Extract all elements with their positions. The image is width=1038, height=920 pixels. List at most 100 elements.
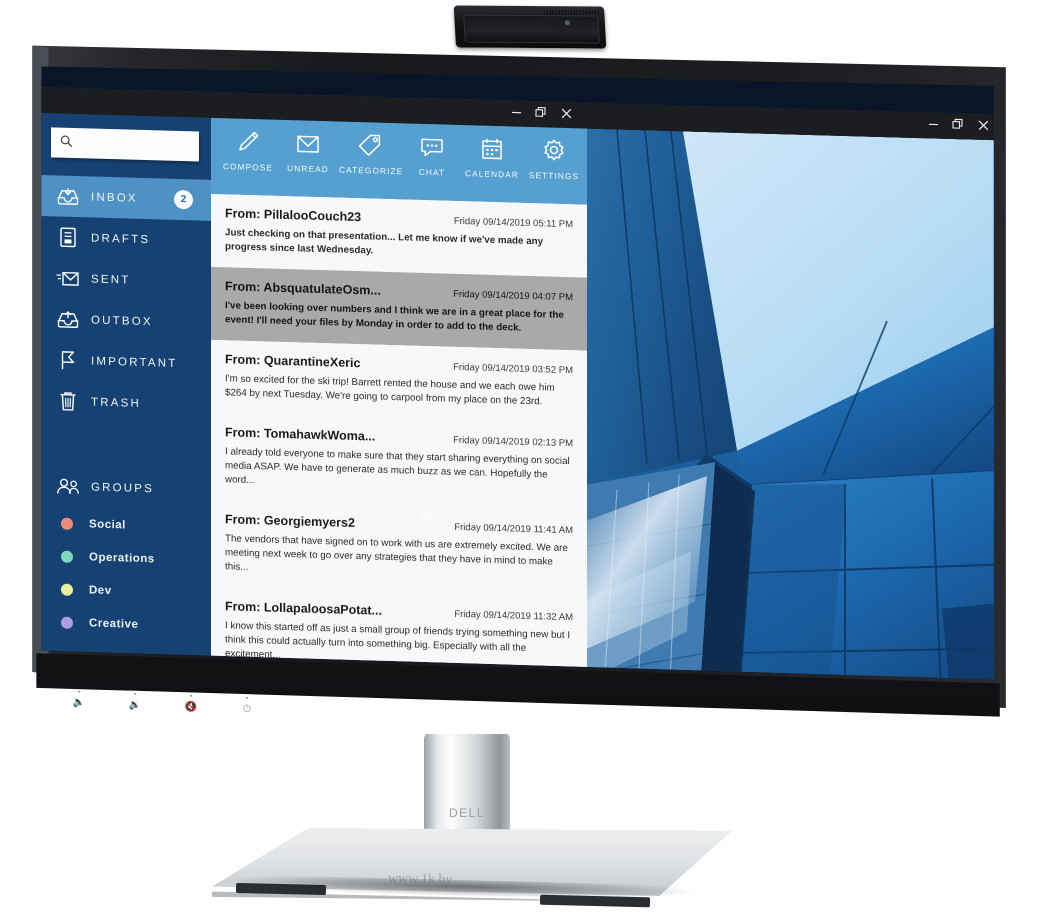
- sidebar-item-label: TRASH: [91, 395, 141, 410]
- restore-icon: [534, 106, 546, 117]
- led-dot: [190, 694, 192, 697]
- email-preview: I'm so excited for the ski trip! Barrett…: [225, 373, 555, 408]
- sidebar-item-label: SENT: [91, 272, 131, 287]
- email-preview: Just checking on that presentation... Le…: [225, 227, 544, 257]
- sidebar-item-important[interactable]: IMPORTANT: [41, 339, 211, 385]
- photo-viewer-window: [587, 102, 994, 680]
- email-timestamp: Friday 09/14/2019 11:32 AM: [454, 608, 573, 624]
- close-icon: [978, 120, 989, 131]
- sidebar-nav: INBOX 2 DRAFTS SENT OUTBOX IMPORTANT TRA…: [41, 175, 211, 643]
- group-item-dev[interactable]: Dev: [41, 572, 211, 610]
- inbox-icon: [55, 185, 81, 208]
- minimize-icon: [929, 123, 938, 126]
- gear-icon: [523, 135, 585, 167]
- toolbar-label: CALENDAR: [465, 168, 519, 180]
- monitor-screen: INBOX 2 DRAFTS SENT OUTBOX IMPORTANT TRA…: [41, 66, 994, 680]
- group-label: Social: [89, 517, 126, 531]
- email-timestamp: Friday 09/14/2019 11:41 AM: [454, 521, 573, 537]
- search-icon: [60, 135, 73, 148]
- sidebar-item-trash[interactable]: TRASH: [41, 380, 211, 426]
- email-list[interactable]: From: PillalooCouch23 Friday 09/14/2019 …: [211, 193, 587, 680]
- photo-maximize-button[interactable]: [949, 117, 966, 134]
- outbox-icon: [55, 308, 81, 331]
- monitor-stand-neck: DELL: [424, 734, 510, 844]
- toolbar-categorize-button[interactable]: CATEGORIZE: [339, 130, 404, 180]
- tag-icon: [339, 130, 401, 162]
- close-button[interactable]: [558, 106, 575, 123]
- calendar-icon: [461, 133, 523, 165]
- email-preview: The vendors that have signed on to work …: [225, 533, 568, 573]
- email-list-item[interactable]: From: TomahawkWoma... Friday 09/14/2019 …: [211, 412, 587, 511]
- drafts-icon: [55, 226, 81, 249]
- sidebar-item-label: IMPORTANT: [91, 354, 178, 370]
- email-list-item[interactable]: From: AbsquatulateOsm... Friday 09/14/20…: [211, 266, 587, 351]
- screen-content: INBOX 2 DRAFTS SENT OUTBOX IMPORTANT TRA…: [41, 87, 994, 680]
- people-icon: [55, 475, 81, 498]
- dell-logo: DELL: [448, 806, 486, 820]
- webcam-lens-strip: [463, 14, 601, 44]
- group-color-dot: [61, 616, 73, 629]
- group-item-operations[interactable]: Operations: [41, 539, 211, 577]
- group-item-creative[interactable]: Creative: [41, 605, 211, 643]
- toolbar-label: CATEGORIZE: [339, 164, 404, 177]
- trash-icon: [55, 390, 81, 413]
- email-list-item[interactable]: From: Georgiemyers2 Friday 09/14/2019 11…: [211, 499, 587, 598]
- group-label: Dev: [89, 583, 112, 597]
- mute-button[interactable]: 🔇: [182, 694, 200, 717]
- toolbar-compose-button[interactable]: COMPOSE: [217, 126, 279, 176]
- sidebar-item-label: INBOX: [91, 190, 138, 205]
- group-item-social[interactable]: Social: [41, 506, 211, 544]
- sidebar-groups-header[interactable]: GROUPS: [41, 465, 211, 511]
- email-timestamp: Friday 09/14/2019 04:07 PM: [453, 288, 573, 304]
- toolbar-unread-button[interactable]: UNREAD: [277, 128, 339, 178]
- sidebar-item-sent[interactable]: SENT: [41, 257, 211, 303]
- sidebar-item-label: OUTBOX: [91, 313, 153, 328]
- search-box[interactable]: [51, 127, 199, 164]
- sidebar-item-label: DRAFTS: [91, 231, 151, 246]
- power-icon: ⏻: [243, 703, 251, 715]
- email-list-item[interactable]: From: QuarantineXeric Friday 09/14/2019 …: [211, 339, 587, 424]
- email-sender: From: Georgiemyers2: [225, 512, 355, 530]
- email-list-item[interactable]: From: PillalooCouch23 Friday 09/14/2019 …: [211, 193, 587, 278]
- toolbar-chat-button[interactable]: CHAT: [401, 131, 463, 181]
- sidebar-item-outbox[interactable]: OUTBOX: [41, 298, 211, 344]
- email-timestamp: Friday 09/14/2019 05:11 PM: [453, 215, 573, 231]
- sent-icon: [55, 267, 81, 290]
- power-button[interactable]: ⏻: [238, 696, 256, 719]
- photo-close-button[interactable]: [975, 118, 992, 135]
- email-client-window: INBOX 2 DRAFTS SENT OUTBOX IMPORTANT TRA…: [41, 87, 587, 680]
- minimize-button[interactable]: [508, 104, 525, 121]
- toolbar-label: UNREAD: [287, 163, 329, 175]
- volume-up-icon: 🔈: [72, 697, 86, 709]
- email-sender: From: LollapaloosaPotat...: [225, 599, 382, 618]
- group-color-dot: [61, 517, 73, 530]
- led-dot: [78, 690, 80, 693]
- photo-minimize-button[interactable]: [925, 116, 942, 133]
- volume-up-button[interactable]: 🔈: [70, 690, 88, 713]
- email-sender: From: PillalooCouch23: [225, 206, 362, 225]
- webcam-lens-icon: [564, 20, 570, 26]
- sidebar-item-inbox[interactable]: INBOX 2: [41, 175, 211, 221]
- restore-icon: [951, 118, 963, 129]
- volume-down-button[interactable]: 🔉: [126, 692, 144, 715]
- email-sender: From: AbsquatulateOsm...: [225, 279, 381, 298]
- search-input[interactable]: [79, 128, 199, 164]
- sidebar: INBOX 2 DRAFTS SENT OUTBOX IMPORTANT TRA…: [41, 113, 211, 680]
- group-color-dot: [61, 550, 73, 563]
- sidebar-groups-label: GROUPS: [91, 480, 155, 495]
- email-timestamp: Friday 09/14/2019 02:13 PM: [453, 434, 573, 450]
- toolbar: COMPOSE UNREAD CATEGORIZE CHAT CALENDAR …: [211, 117, 587, 205]
- volume-down-icon: 🔉: [128, 699, 142, 711]
- minimize-icon: [512, 111, 521, 114]
- maximize-button[interactable]: [532, 105, 549, 122]
- toolbar-settings-button[interactable]: SETTINGS: [523, 135, 585, 185]
- sidebar-item-drafts[interactable]: DRAFTS: [41, 216, 211, 262]
- toolbar-label: CHAT: [418, 166, 446, 178]
- toolbar-calendar-button[interactable]: CALENDAR: [461, 133, 523, 183]
- bezel-control-buttons[interactable]: 🔈 🔉 🔇 ⏻: [70, 690, 270, 723]
- toolbar-label: COMPOSE: [222, 161, 274, 173]
- flag-icon: [55, 349, 81, 372]
- popup-webcam-module: [453, 5, 607, 49]
- email-sender: From: QuarantineXeric: [225, 352, 361, 371]
- close-icon: [561, 108, 572, 119]
